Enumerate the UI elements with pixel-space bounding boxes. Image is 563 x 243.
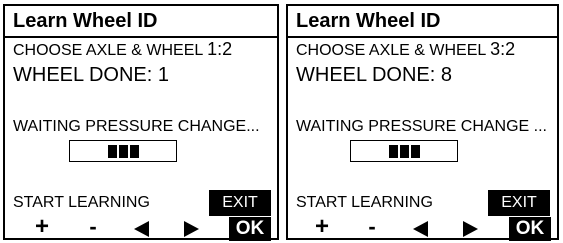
choose-axle-wheel-label: CHOOSE AXLE & WHEEL <box>13 42 208 59</box>
start-learning-label: START LEARNING <box>296 194 433 211</box>
learn-wheel-panel-right: Learn Wheel ID CHOOSE AXLE & WHEEL 3:2 W… <box>286 4 559 241</box>
right-arrow-icon[interactable] <box>184 221 199 237</box>
exit-button[interactable]: EXIT <box>488 190 550 216</box>
progress-segment <box>388 144 398 158</box>
learn-wheel-panel-left: Learn Wheel ID CHOOSE AXLE & WHEEL 1:2 W… <box>3 4 279 241</box>
wheel-done-row: WHEEL DONE: 1 <box>13 62 169 88</box>
left-arrow-icon[interactable] <box>134 221 149 237</box>
progress-segment <box>129 144 139 158</box>
wheel-done-label: WHEEL DONE: <box>13 64 158 86</box>
wheel-done-row: WHEEL DONE: 8 <box>296 62 452 88</box>
axle-wheel-value: 1:2 <box>207 39 233 59</box>
progress-segment <box>118 144 128 158</box>
choose-axle-wheel-row: CHOOSE AXLE & WHEEL 3:2 <box>296 38 515 62</box>
waiting-status: WAITING PRESSURE CHANGE... <box>13 118 260 135</box>
progress-segment <box>107 144 117 158</box>
waiting-status: WAITING PRESSURE CHANGE ... <box>296 118 547 135</box>
progress-segment <box>399 144 409 158</box>
left-arrow-icon[interactable] <box>413 221 428 237</box>
start-learning-label: START LEARNING <box>13 194 150 211</box>
panel-title: Learn Wheel ID <box>288 6 557 38</box>
ok-button[interactable]: OK <box>229 217 271 241</box>
minus-button[interactable]: - <box>85 216 101 240</box>
right-arrow-icon[interactable] <box>463 221 478 237</box>
axle-wheel-value: 3:2 <box>490 39 516 59</box>
wheel-done-label: WHEEL DONE: <box>296 64 441 86</box>
ok-button[interactable]: OK <box>509 217 551 241</box>
wheel-done-value: 1 <box>157 64 169 86</box>
choose-axle-wheel-label: CHOOSE AXLE & WHEEL <box>296 42 491 59</box>
plus-button[interactable]: + <box>312 215 332 240</box>
plus-button[interactable]: + <box>32 215 52 240</box>
progress-segment <box>410 144 420 158</box>
progress-indicator <box>350 140 458 162</box>
panel-title: Learn Wheel ID <box>5 6 277 38</box>
progress-indicator <box>69 140 177 162</box>
minus-button[interactable]: - <box>364 216 380 240</box>
exit-button[interactable]: EXIT <box>209 190 271 216</box>
wheel-done-value: 8 <box>440 64 452 86</box>
choose-axle-wheel-row: CHOOSE AXLE & WHEEL 1:2 <box>13 38 232 62</box>
